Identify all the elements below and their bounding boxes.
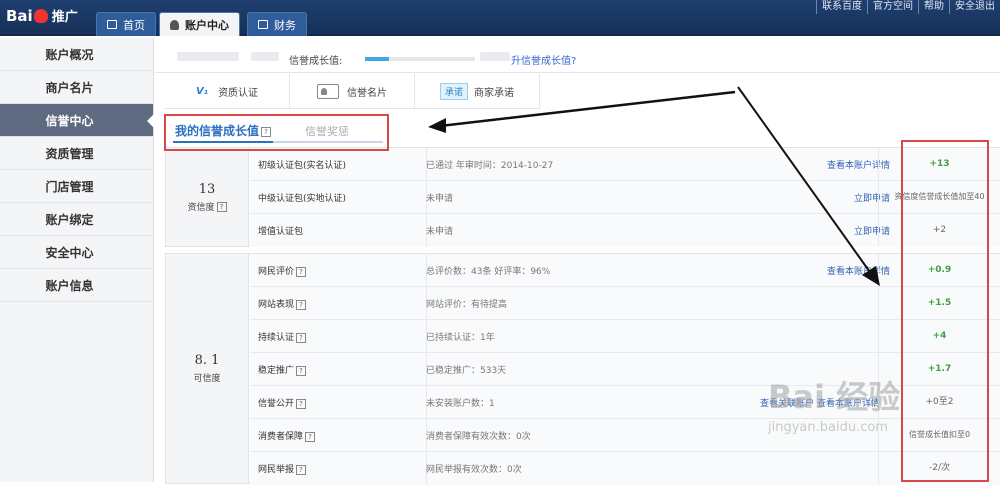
annotation-arrows [428,86,880,286]
arrow-to-tabs [439,90,736,128]
arrow-head-scores [862,266,880,286]
arrow-head-tabs [428,118,446,133]
arrow-to-scores [737,86,873,276]
